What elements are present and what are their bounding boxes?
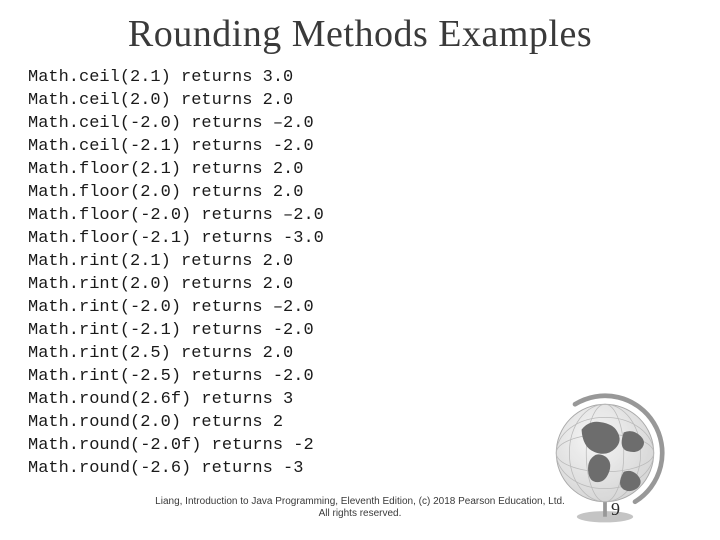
code-line: Math.round(-2.6) returns -3: [28, 457, 700, 480]
code-line: Math.round(2.6f) returns 3: [28, 388, 700, 411]
code-examples: Math.ceil(2.1) returns 3.0 Math.ceil(2.0…: [0, 66, 720, 480]
code-line: Math.rint(-2.5) returns -2.0: [28, 365, 700, 388]
code-line: Math.ceil(2.1) returns 3.0: [28, 66, 700, 89]
code-line: Math.ceil(2.0) returns 2.0: [28, 89, 700, 112]
code-line: Math.floor(2.1) returns 2.0: [28, 158, 700, 181]
code-line: Math.rint(2.0) returns 2.0: [28, 273, 700, 296]
code-line: Math.rint(2.1) returns 2.0: [28, 250, 700, 273]
code-line: Math.floor(-2.1) returns -3.0: [28, 227, 700, 250]
code-line: Math.round(2.0) returns 2: [28, 411, 700, 434]
code-line: Math.rint(2.5) returns 2.0: [28, 342, 700, 365]
code-line: Math.floor(-2.0) returns –2.0: [28, 204, 700, 227]
code-line: Math.rint(-2.1) returns -2.0: [28, 319, 700, 342]
code-line: Math.floor(2.0) returns 2.0: [28, 181, 700, 204]
slide-title: Rounding Methods Examples: [0, 0, 720, 66]
code-line: Math.ceil(-2.0) returns –2.0: [28, 112, 700, 135]
code-line: Math.round(-2.0f) returns -2: [28, 434, 700, 457]
code-line: Math.rint(-2.0) returns –2.0: [28, 296, 700, 319]
page-number: 9: [611, 499, 620, 520]
code-line: Math.ceil(-2.1) returns -2.0: [28, 135, 700, 158]
